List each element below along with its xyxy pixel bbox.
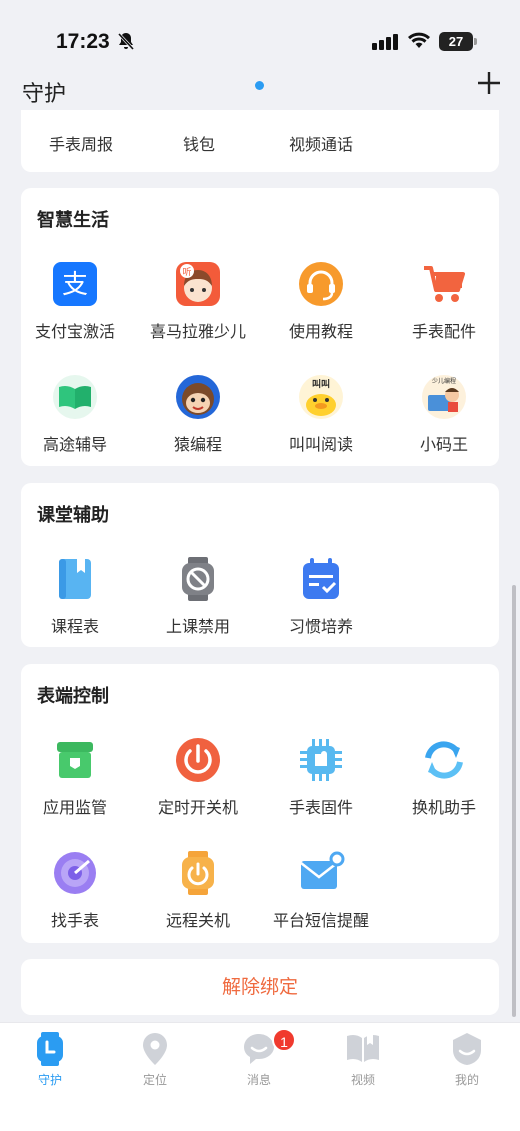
grid-item-label: 平台短信提醒 [272,911,369,930]
swap-arrows-icon [425,741,463,779]
grid-item-label: 钱包 [182,135,215,154]
ximalaya-kids-icon: 听 [176,262,220,306]
top-tools-card: 手表周报 钱包 视频通话 [21,110,499,172]
page-indicator-dot [255,81,264,90]
grid-item-label: 支付宝激活 [34,322,115,341]
grid-item-class-disable[interactable]: 上课禁用 [138,555,258,637]
unread-badge: 1 [272,1028,296,1052]
grid-item-remote-power[interactable]: 远程关机 [138,849,258,931]
bell-off-icon [117,32,135,51]
section-title: 课堂辅助 [37,505,109,526]
grid-item-jiaojiao[interactable]: 叫叫 叫叫阅读 [261,373,381,455]
grid-item-label: 找手表 [50,911,99,930]
wifi-icon [408,32,430,48]
section-title: 表端控制 [37,686,109,707]
unbind-button[interactable]: 解除绑定 [21,959,499,1015]
scroll-content[interactable]: 手表周报 钱包 视频通话 智慧生活 支 支付宝激活 听 喜马拉雅少儿 使用教程 … [0,110,520,1022]
video-book-icon [347,1034,379,1062]
watch-guard-icon [37,1032,63,1066]
grid-item-habit[interactable]: 习惯培养 [261,555,381,637]
grid-item-alipay[interactable]: 支 支付宝激活 [15,260,135,342]
grid-item-tutorial[interactable]: 使用教程 [261,260,381,342]
tab-label: 视频 [350,1073,375,1087]
tab-bar: 守护 定位 消息 视频 我的 [0,1022,520,1131]
nav-bar: 守护 [0,70,520,110]
svg-text:少儿编程: 少儿编程 [432,377,456,385]
grid-item-yuan-coding[interactable]: 猿编程 [138,373,258,455]
grid-item-label: 上课禁用 [165,617,230,636]
grid-item-label: 课程表 [50,617,99,636]
tab-video[interactable]: 视频 [318,1031,408,1088]
grid-item-schedule[interactable]: 课程表 [15,555,135,637]
grid-item-sms-reminder[interactable]: 平台短信提醒 [261,849,381,931]
classroom-card: 课堂辅助 课程表 上课禁用 习惯培养 [21,483,499,647]
tab-profile[interactable]: 我的 [422,1031,512,1088]
grid-item-ximalaya-kids[interactable]: 听 喜马拉雅少儿 [138,260,258,342]
grid-item-app-supervision[interactable]: 应用监管 [15,736,135,818]
alipay-icon: 支 [53,262,97,306]
grid-item-swap-assistant[interactable]: 换机助手 [384,736,504,818]
status-bar: 17:23 27 [0,0,520,70]
svg-text:听: 听 [182,267,191,278]
grid-item-label: 手表配件 [411,322,476,341]
svg-text:叫叫: 叫叫 [312,378,330,390]
grid-item-xiaomawang[interactable]: 少儿编程 小码王 [384,373,504,455]
schedule-book-icon [59,559,91,599]
battery-tip [474,38,477,45]
smart-life-card: 智慧生活 支 支付宝激活 听 喜马拉雅少儿 使用教程 手表配件 高途辅导 猿编程… [21,188,499,466]
grid-item-label: 小码王 [419,435,468,454]
gaotu-book-icon [53,375,97,419]
grid-item-label: 高途辅导 [42,435,107,454]
app-box-icon [57,742,93,778]
chip-icon [300,739,342,781]
grid-item-label: 应用监管 [42,798,107,817]
find-watch-icon [54,852,96,894]
yuan-monkey-icon [176,375,220,419]
grid-item-label: 远程关机 [165,911,230,930]
section-title: 智慧生活 [37,210,109,231]
grid-item-label: 习惯培养 [288,617,353,636]
remote-power-icon [182,851,214,895]
grid-item-accessories[interactable]: 手表配件 [384,260,504,342]
unbind-label: 解除绑定 [221,976,298,998]
grid-item-gaotu[interactable]: 高途辅导 [15,373,135,455]
scrollbar[interactable] [512,585,516,1017]
class-disable-icon [182,557,214,601]
grid-item-label: 换机助手 [411,798,476,817]
sms-envelope-icon [300,851,345,889]
tab-label: 定位 [142,1073,167,1087]
grid-item-label: 猿编程 [173,435,222,454]
grid-item-label: 喜马拉雅少儿 [149,322,246,341]
grid-item-power-timer[interactable]: 定时开关机 [138,736,258,818]
tutorial-headset-icon [299,262,343,306]
grid-item-label: 手表固件 [288,798,353,817]
tab-label: 守护 [37,1073,62,1087]
grid-item-label: 叫叫阅读 [288,435,353,454]
page-title: 守护 [22,82,67,107]
grid-item-label: 使用教程 [288,322,353,341]
status-time: 17:23 [56,30,110,53]
power-timer-icon [176,738,220,782]
tab-location[interactable]: 定位 [110,1031,200,1088]
tab-guard[interactable]: 守护 [5,1031,95,1088]
grid-item-label: 手表周报 [48,135,113,154]
grid-item-firmware[interactable]: 手表固件 [261,736,381,818]
watch-control-card: 表端控制 应用监管 定时开关机 手表固件 换机助手 找手表 远程关机 平台短信提… [21,664,499,943]
xiaomawang-icon: 少儿编程 [422,375,466,419]
svg-text:支: 支 [62,270,88,300]
add-icon[interactable] [476,70,502,96]
habit-calendar-icon [303,558,339,599]
jiaojiao-duck-icon: 叫叫 [299,375,343,419]
profile-shield-icon [453,1033,481,1065]
location-pin-icon [143,1033,167,1065]
grid-item-find-watch[interactable]: 找手表 [15,849,135,931]
grid-item-label: 定时开关机 [157,798,238,817]
grid-item-label: 视频通话 [288,135,353,154]
battery-indicator: 27 [439,32,473,51]
cellular-signal-icon [372,34,398,50]
tab-label: 消息 [246,1073,271,1087]
tab-label: 我的 [454,1073,479,1087]
shopping-cart-icon [424,266,465,302]
